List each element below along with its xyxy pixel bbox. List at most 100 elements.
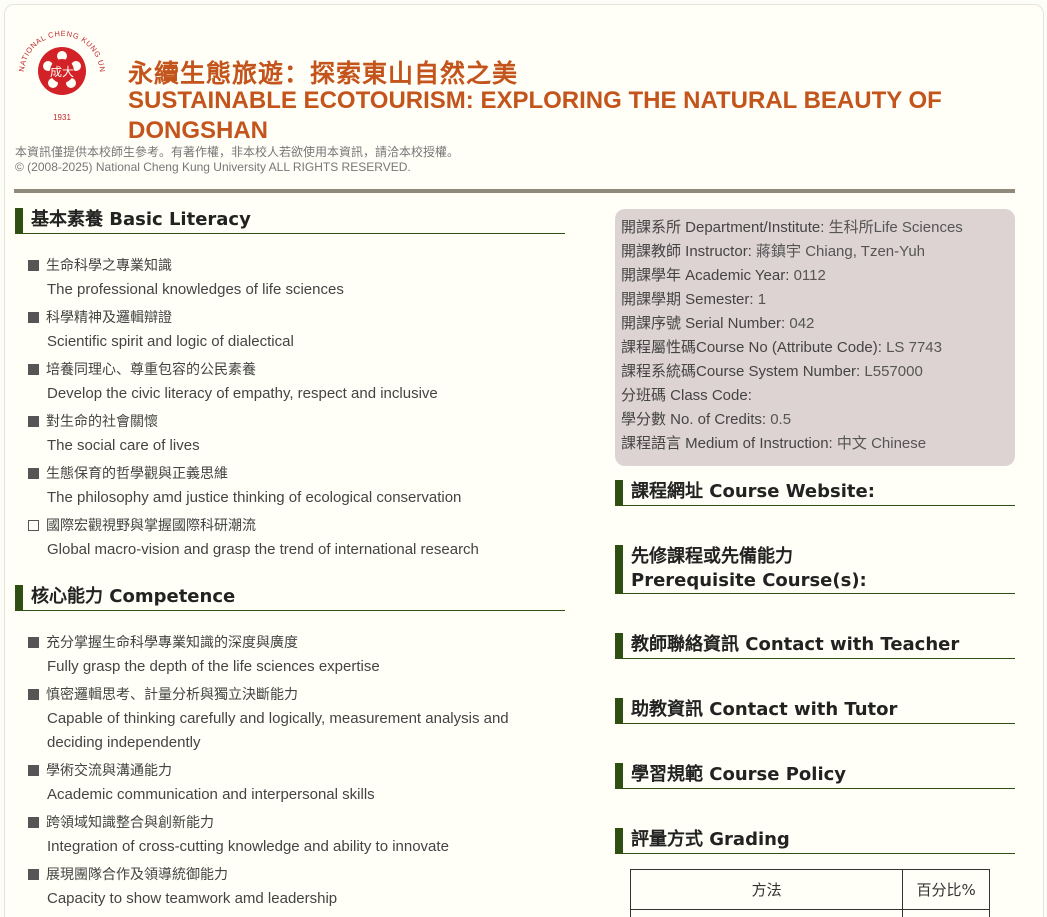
grading-cell — [902, 909, 990, 917]
info-label: 課程語言 Medium of Instruction: — [621, 435, 837, 452]
list-item-cn-text: 學術交流與溝通能力 — [46, 763, 172, 779]
list-item: 對生命的社會關懷 The social care of lives — [28, 410, 568, 458]
checked-square-icon — [28, 637, 39, 648]
list-item: 展現團隊合作及領導統御能力 Capacity to show teamwork a… — [28, 863, 568, 911]
list-item-cn-text: 充分掌握生命科學專業知識的深度與廣度 — [46, 635, 298, 651]
info-instructor: 開課教師 Instructor: 蔣鎮宇 Chiang, Tzen-Yuh — [621, 240, 1009, 264]
empty-square-icon — [28, 520, 39, 531]
list-item-en: Develop the civic literacy of empathy, r… — [47, 385, 438, 402]
header-divider — [14, 189, 1015, 193]
list-item-cn: 跨領域知識整合與創新能力 — [28, 811, 568, 835]
list-item: 國際宏觀視野與掌握國際科研潮流 Global macro-vision and g… — [28, 514, 568, 562]
info-value: L557000 — [864, 363, 923, 380]
list-item-en: Academic communication and interpersonal… — [47, 786, 375, 803]
basic-literacy-heading: 基本素養 Basic Literacy — [15, 208, 565, 234]
list-item-cn: 科學精神及邏輯辯證 — [28, 306, 568, 330]
info-credits: 學分數 No. of Credits: 0.5 — [621, 408, 1009, 432]
list-item: 生態保育的哲學觀與正義思維 The philosophy amd justice … — [28, 462, 568, 510]
notice-chinese: 本資訊僅提供本校師生參考。有著作權，非本校人若欲使用本資訊，請洽本校授權。 — [15, 145, 460, 159]
course-title-chinese: 永續生態旅遊：探索東山自然之美 — [128, 59, 519, 88]
checked-square-icon — [28, 765, 39, 776]
list-item: 慎密邏輯思考、計量分析與獨立決斷能力 Capable of thinking ca… — [28, 683, 568, 755]
grading-table-header: 方法 百分比% — [629, 869, 990, 910]
notice-english: © (2008-2025) National Cheng Kung Univer… — [15, 160, 411, 174]
list-item: 生命科學之專業知識 The professional knowledges of … — [28, 254, 568, 302]
info-label: 開課系所 Department/Institute: — [621, 219, 829, 236]
info-value: 生科所Life Sciences — [828, 219, 963, 236]
info-label: 課程系統碼Course System Number: — [621, 363, 865, 380]
list-item-cn-text: 生命科學之專業知識 — [46, 258, 172, 274]
course-website-heading: 課程網址 Course Website: — [615, 480, 1015, 506]
info-label: 開課序號 Serial Number: — [621, 315, 790, 332]
prerequisite-heading-en: Prerequisite Course(s): — [631, 570, 867, 591]
info-value: 1 — [757, 291, 767, 308]
info-system-number: 課程系統碼Course System Number: L557000 — [621, 360, 1009, 384]
list-item-cn-text: 跨領域知識整合與創新能力 — [46, 815, 214, 831]
info-value: 0.5 — [770, 411, 792, 428]
list-item-cn: 展現團隊合作及領導統御能力 — [28, 863, 568, 887]
grading-heading: 評量方式 Grading — [615, 828, 1015, 854]
info-department: 開課系所 Department/Institute: 生科所Life Scien… — [621, 216, 1009, 240]
list-item-cn: 對生命的社會關懷 — [28, 410, 568, 434]
list-item-cn: 慎密邏輯思考、計量分析與獨立決斷能力 — [28, 683, 568, 707]
contact-teacher-heading: 教師聯絡資訊 Contact with Teacher — [615, 633, 1015, 659]
list-item-en: The professional knowledges of life scie… — [47, 281, 344, 298]
list-item-en: Integration of cross-cutting knowledge a… — [47, 838, 449, 855]
list-item: 培養同理心、尊重包容的公民素養 Develop the civic literac… — [28, 358, 568, 406]
list-item-cn-text: 生態保育的哲學觀與正義思維 — [46, 466, 228, 482]
list-item-en: The social care of lives — [47, 437, 200, 454]
info-medium: 課程語言 Medium of Instruction: 中文 Chinese — [621, 432, 1009, 456]
list-item-cn-text: 對生命的社會關懷 — [46, 414, 158, 430]
list-item-cn-text: 國際宏觀視野與掌握國際科研潮流 — [46, 518, 256, 534]
list-item-cn: 充分掌握生命科學專業知識的深度與廣度 — [28, 631, 568, 655]
logo-year: 1931 — [53, 113, 71, 122]
grading-col-percent: 百分比% — [902, 869, 990, 910]
list-item: 跨領域知識整合與創新能力 Integration of cross-cutting… — [28, 811, 568, 859]
list-item: 科學精神及邏輯辯證 Scientific spirit and logic of … — [28, 306, 568, 354]
grading-table-row — [629, 909, 990, 917]
grading-col-method: 方法 — [629, 869, 904, 910]
list-item-en: The philosophy amd justice thinking of e… — [47, 489, 462, 506]
info-label: 開課教師 Instructor: — [621, 243, 757, 260]
info-value: 中文 Chinese — [836, 435, 927, 452]
info-academic-year: 開課學年 Academic Year: 0112 — [621, 264, 1009, 288]
checked-square-icon — [28, 416, 39, 427]
university-logo: NATIONAL CHENG KUNG UNIVERSITY 成大 1931 — [12, 16, 106, 122]
info-value: LS 7743 — [886, 339, 942, 356]
list-item-en: Fully grasp the depth of the life scienc… — [47, 658, 380, 675]
prerequisite-heading-cn: 先修課程或先備能力 — [631, 546, 793, 567]
checked-square-icon — [28, 817, 39, 828]
prerequisite-heading: 先修課程或先備能力 Prerequisite Course(s): — [615, 545, 1015, 594]
list-item-en: Global macro-vision and grasp the trend … — [47, 541, 479, 558]
info-label: 開課學期 Semester: — [621, 291, 758, 308]
info-label: 學分數 No. of Credits: — [621, 411, 771, 428]
info-semester: 開課學期 Semester: 1 — [621, 288, 1009, 312]
list-item-cn-text: 科學精神及邏輯辯證 — [46, 310, 172, 326]
list-item-en: Capacity to show teamwork amd leadership — [47, 890, 338, 907]
list-item-cn-text: 培養同理心、尊重包容的公民素養 — [46, 362, 256, 378]
list-item-cn: 生命科學之專業知識 — [28, 254, 568, 278]
list-item-cn: 國際宏觀視野與掌握國際科研潮流 — [28, 514, 568, 538]
info-class-code: 分班碼 Class Code: — [621, 384, 1009, 408]
course-info-box: 開課系所 Department/Institute: 生科所Life Scien… — [615, 209, 1015, 466]
info-value: 0112 — [793, 267, 826, 284]
grading-cell — [629, 909, 904, 917]
list-item: 充分掌握生命科學專業知識的深度與廣度 Fully grasp the depth … — [28, 631, 568, 679]
checked-square-icon — [28, 364, 39, 375]
list-item-cn-text: 慎密邏輯思考、計量分析與獨立決斷能力 — [46, 687, 298, 703]
info-label: 開課學年 Academic Year: — [621, 267, 794, 284]
checked-square-icon — [28, 312, 39, 323]
checked-square-icon — [28, 468, 39, 479]
checked-square-icon — [28, 260, 39, 271]
course-policy-heading: 學習規範 Course Policy — [615, 763, 1015, 789]
list-item-cn: 培養同理心、尊重包容的公民素養 — [28, 358, 568, 382]
checked-square-icon — [28, 689, 39, 700]
list-item-cn: 學術交流與溝通能力 — [28, 759, 568, 783]
contact-tutor-heading: 助教資訊 Contact with Tutor — [615, 698, 1015, 724]
info-label: 分班碼 Class Code: — [621, 387, 752, 404]
competence-heading: 核心能力 Competence — [15, 585, 565, 611]
list-item-en: Capable of thinking carefully and logica… — [47, 710, 509, 751]
logo-emblem-text: 成大 — [50, 65, 74, 79]
info-serial-number: 開課序號 Serial Number: 042 — [621, 312, 1009, 336]
list-item-en: Scientific spirit and logic of dialectic… — [47, 333, 294, 350]
